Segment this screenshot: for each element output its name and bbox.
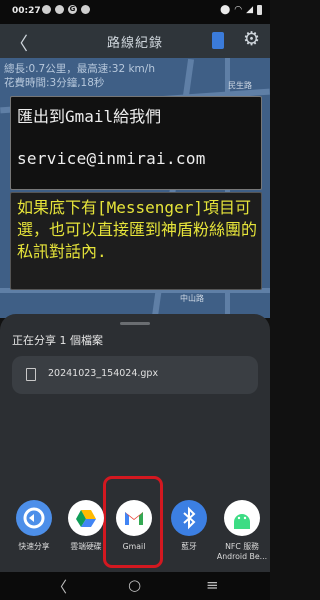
signal-icon: ◢	[246, 5, 253, 15]
notification-icon	[42, 5, 51, 14]
share-target-nfc[interactable]: NFC 服務 Android Be...	[214, 500, 270, 562]
callout-email-text: service@inmirai.com	[17, 149, 206, 168]
quick-share-icon	[16, 500, 52, 536]
share-sheet-title: 正在分享 1 個檔案	[12, 334, 103, 347]
nav-back-button[interactable]: 〈	[52, 576, 67, 597]
notification-icon	[55, 5, 64, 14]
route-stats: 總長:0.7公里，最高速:32 km/h 花費時間:3分鐘,18秒	[4, 62, 155, 90]
system-nav-bar: 〈 ○ ≡	[0, 572, 270, 600]
stats-line-time: 花費時間:3分鐘,18秒	[4, 77, 105, 89]
document-icon[interactable]	[212, 32, 224, 49]
share-target-bluetooth[interactable]: 藍牙	[161, 500, 217, 552]
share-target-label: Gmail	[122, 542, 146, 551]
nav-home-button[interactable]: ○	[128, 576, 141, 594]
shared-file-chip: 20241023_154024.gpx	[12, 356, 258, 394]
share-sheet: 正在分享 1 個檔案 20241023_154024.gpx 快速分享 雲端硬碟…	[0, 314, 270, 572]
share-target-gmail[interactable]: Gmail	[106, 500, 162, 552]
wifi-icon: ◠	[234, 5, 243, 15]
google-drive-icon	[68, 500, 104, 536]
share-target-sublabel: Android Be...	[216, 552, 268, 561]
map-label: 民生路	[228, 81, 252, 90]
instruction-callout-gmail: 匯出到Gmail給我們 service@inmirai.com	[10, 96, 262, 190]
drag-handle[interactable]	[120, 322, 150, 325]
share-target-label: 快速分享	[18, 542, 50, 551]
file-name: 20241023_154024.gpx	[48, 368, 159, 379]
notification-icon	[81, 5, 90, 14]
callout-messenger-text: 如果底下有[Messenger]項目可選，也可以直接匯到神盾粉絲團的私訊對話內.	[17, 198, 258, 261]
gmail-icon	[116, 500, 152, 536]
android-icon	[224, 500, 260, 536]
stats-line-distance: 總長:0.7公里，最高速:32 km/h	[4, 63, 155, 75]
page-title: 路線紀錄	[106, 36, 163, 51]
nav-recents-button[interactable]: ≡	[206, 576, 219, 594]
battery-icon	[257, 5, 262, 15]
clock: 00:27	[12, 6, 41, 16]
share-target-label: 藍牙	[181, 542, 197, 551]
location-icon: ⬤	[220, 5, 231, 15]
google-notification-icon: G	[68, 5, 77, 14]
share-target-quick-share[interactable]: 快速分享	[6, 500, 62, 552]
file-icon	[26, 368, 36, 381]
status-bar: 00:27 G ⬤ ◠ ◢	[0, 0, 270, 24]
bluetooth-icon	[171, 500, 207, 536]
map-label: 中山路	[180, 294, 204, 303]
gear-icon[interactable]: ⚙	[243, 28, 260, 50]
app-bar: 〈 路線紀錄 ⚙	[0, 24, 270, 58]
share-targets: 快速分享 雲端硬碟 Gmail 藍牙 NFC 服務 Android Be...	[0, 500, 270, 570]
share-target-label: NFC 服務	[225, 542, 259, 551]
instruction-callout-messenger: 如果底下有[Messenger]項目可選，也可以直接匯到神盾粉絲團的私訊對話內.	[10, 192, 262, 290]
callout-gmail-text: 匯出到Gmail給我們	[17, 107, 162, 126]
